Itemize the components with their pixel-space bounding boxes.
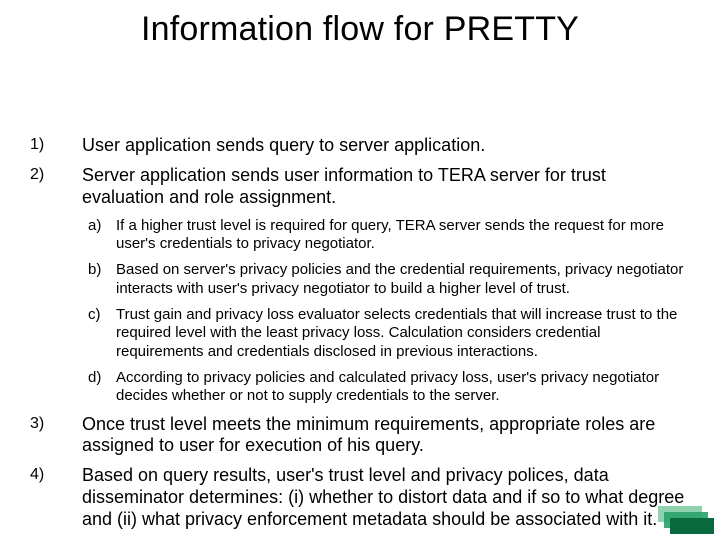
list-sub-item: c) Trust gain and privacy loss evaluator… bbox=[88, 306, 690, 361]
sub-text: According to privacy policies and calcul… bbox=[116, 369, 690, 406]
sub-marker: c) bbox=[88, 306, 116, 361]
sub-marker: d) bbox=[88, 369, 116, 406]
item-marker: 3) bbox=[30, 414, 82, 458]
list-item: 2) Server application sends user informa… bbox=[30, 165, 690, 209]
list-sub-item: b) Based on server's privacy policies an… bbox=[88, 261, 690, 298]
corner-decoration bbox=[650, 506, 714, 534]
item-marker: 4) bbox=[30, 465, 82, 531]
item-text: Once trust level meets the minimum requi… bbox=[82, 414, 690, 458]
item-text: Based on query results, user's trust lev… bbox=[82, 465, 690, 531]
item-text: User application sends query to server a… bbox=[82, 135, 485, 157]
list-item: 4) Based on query results, user's trust … bbox=[30, 465, 690, 531]
slide-title: Information flow for PRETTY bbox=[0, 10, 720, 49]
list-item: 3) Once trust level meets the minimum re… bbox=[30, 414, 690, 458]
list-sub-item: a) If a higher trust level is required f… bbox=[88, 217, 690, 254]
list-item: 1) User application sends query to serve… bbox=[30, 135, 690, 157]
slide-body: 1) User application sends query to serve… bbox=[30, 135, 690, 539]
item-marker: 1) bbox=[30, 135, 82, 157]
item-text: Server application sends user informatio… bbox=[82, 165, 690, 209]
sub-text: If a higher trust level is required for … bbox=[116, 217, 690, 254]
sub-text: Trust gain and privacy loss evaluator se… bbox=[116, 306, 690, 361]
item-marker: 2) bbox=[30, 165, 82, 209]
sub-text: Based on server's privacy policies and t… bbox=[116, 261, 690, 298]
slide: Information flow for PRETTY 1) User appl… bbox=[0, 0, 720, 540]
sub-marker: a) bbox=[88, 217, 116, 254]
sub-marker: b) bbox=[88, 261, 116, 298]
list-sub-item: d) According to privacy policies and cal… bbox=[88, 369, 690, 406]
